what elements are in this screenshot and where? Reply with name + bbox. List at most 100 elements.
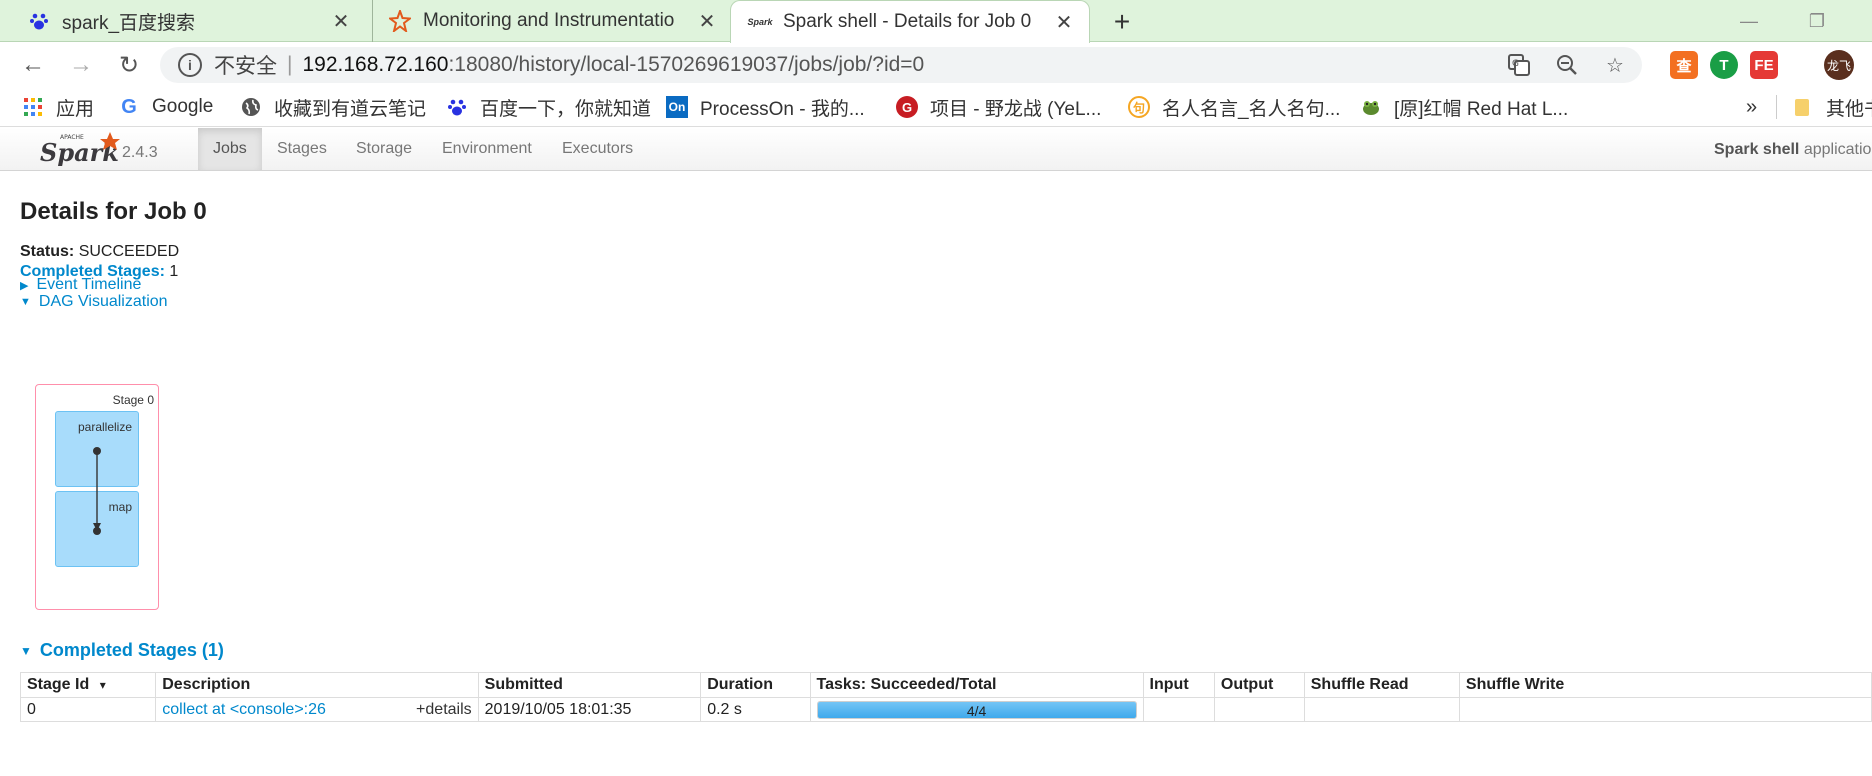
dag-visualization-toggle[interactable]: ▼ DAG Visualization [20,293,168,311]
star-bookmark-icon[interactable]: ☆ [1602,52,1628,78]
dag-edge-end-dot [93,527,101,535]
app-name-bold: Spark shell [1714,141,1800,158]
tab-title: spark_百度搜索 [62,12,196,34]
tasks-progress-text: 4/4 [966,702,987,719]
column-header-duration[interactable]: Duration [700,672,811,698]
url-separator: | [287,53,293,76]
bookmark-quotes[interactable]: 句 名人名言_名人名句... [1128,93,1340,121]
avatar[interactable]: 龙飞 [1824,50,1854,80]
bookmark-google[interactable]: G Google [118,93,213,121]
completed-stages-heading[interactable]: ▼ Completed Stages (1) [20,640,224,661]
bookmark-apps[interactable]: 应用 [22,93,94,121]
browser-tab-monitoring[interactable]: Monitoring and Instrumentatio ✕ [372,0,732,42]
column-header-input[interactable]: Input [1142,672,1215,698]
column-header-description[interactable]: Description [155,672,479,698]
dag-visualization-label: DAG Visualization [38,293,168,310]
status-line: Status: SUCCEEDED [20,242,179,262]
spark-navbar: APACHE Spark 2.4.3 Jobs Stages Storage E… [0,128,1872,171]
close-icon[interactable]: ✕ [696,10,718,33]
url-path: :18080/history/local-1570269619037/jobs/… [448,53,925,76]
bookmark-gitee[interactable]: G 项目 - 野龙战 (YeL... [896,93,1101,121]
bookmarks-bar: 应用 G Google 收藏到有道云笔记 百度一下，你就知道 On Proces… [0,87,1872,127]
bookmark-label: ProcessOn - 我的... [700,98,865,120]
tab-title: Monitoring and Instrumentatio [423,10,675,31]
info-icon[interactable]: i [178,53,202,77]
bookmark-label: [原]红帽 Red Hat L... [1394,98,1569,120]
completed-stages-heading-label: Completed Stages (1) [39,640,224,660]
spark-version: 2.4.3 [122,144,158,161]
bookmark-redhat[interactable]: [原]红帽 Red Hat L... [1360,93,1568,121]
column-header-stage-id[interactable]: Stage Id ▾ [19,672,157,698]
bookmark-label: 项目 - 野龙战 (YeL... [930,98,1102,120]
reload-icon[interactable]: ↻ [112,48,146,82]
table-row: 0 collect at <console>:26 +details 2019/… [19,697,1872,722]
browser-tab-strip: spark_百度搜索 ✕ Monitoring and Instrumentat… [0,0,1872,43]
svg-text:G: G [1512,59,1519,69]
completed-stages-count: 1 [169,263,179,280]
bookmark-youdao[interactable]: 收藏到有道云笔记 [240,93,426,121]
new-tab-icon[interactable]: + [1108,6,1136,37]
forward-arrow-icon[interactable]: → [64,48,98,82]
close-icon[interactable]: ✕ [1053,11,1075,34]
security-label: 不安全 [214,55,277,78]
stage-description-link[interactable]: collect at <console>:26 [162,701,326,718]
globe-icon [240,96,262,118]
column-header-tasks[interactable]: Tasks: Succeeded/Total [809,672,1144,698]
bookmark-label: 百度一下，你就知道 [480,98,652,120]
tab-storage[interactable]: Storage [341,128,427,170]
omnibox-actions: G ☆ [1506,47,1628,83]
column-header-shuffle-write[interactable]: Shuffle Write [1458,672,1872,698]
url-host: 192.168.72.160 [302,53,449,76]
minimize-icon[interactable]: — [1734,8,1764,34]
cell-tasks: 4/4 [809,697,1144,722]
column-header-submitted[interactable]: Submitted [477,672,702,698]
cell-duration: 0.2 s [700,697,811,722]
folder-icon [1792,96,1814,118]
spark-star-icon [389,10,411,32]
browser-tab-baidu[interactable]: spark_百度搜索 ✕ [14,0,366,42]
restore-icon[interactable]: ❐ [1802,8,1832,34]
app-name: Spark shell application UI [1714,141,1872,159]
column-header-label: Stage Id [27,676,90,693]
extension-fe-icon[interactable]: FE [1750,51,1778,79]
bookmark-processon[interactable]: On ProcessOn - 我的... [666,93,865,121]
extension-lookup-icon[interactable]: 查 [1670,51,1698,79]
cell-submitted: 2019/10/05 18:01:35 [477,697,702,722]
apps-grid-icon [22,96,44,118]
translate-icon[interactable]: G [1506,52,1532,78]
column-header-shuffle-read[interactable]: Shuffle Read [1303,672,1460,698]
address-bar[interactable]: i 不安全 | 192.168.72.160 :18080/history/lo… [160,47,1642,83]
bookmarks-divider [1776,95,1777,119]
tab-executors[interactable]: Executors [547,128,648,170]
browser-toolbar: ← → ↻ i 不安全 | 192.168.72.160 :18080/hist… [0,42,1872,87]
spark-logo[interactable]: APACHE Spark [40,130,130,170]
bookmark-baidu[interactable]: 百度一下，你就知道 [446,93,651,121]
cell-description: collect at <console>:26 +details [155,697,479,722]
cell-shuffle-write [1458,697,1872,722]
tab-jobs[interactable]: Jobs [198,128,262,170]
browser-tab-spark-shell[interactable]: Spark Spark shell - Details for Job 0 ✕ [730,0,1090,43]
dag-stage-cluster[interactable]: Stage 0 parallelize map [35,384,159,610]
close-icon[interactable]: ✕ [330,10,352,33]
status-value: SUCCEEDED [78,243,180,260]
cell-output [1213,697,1305,722]
column-header-output[interactable]: Output [1213,672,1305,698]
gitee-icon: G [896,96,918,118]
status-label: Status: [20,243,75,260]
bookmarks-overflow-button[interactable]: » [1746,93,1757,121]
bookmark-label: 应用 [56,98,95,120]
back-arrow-icon[interactable]: ← [16,48,50,82]
bookmark-other-folder[interactable]: 其他书 [1792,93,1872,121]
tab-stages[interactable]: Stages [262,128,342,170]
bookmark-label: 其他书 [1826,98,1872,120]
caret-down-icon: ▼ [20,643,32,658]
bookmark-label: 收藏到有道云笔记 [274,98,427,120]
zoom-out-icon[interactable] [1554,52,1580,78]
tab-environment[interactable]: Environment [427,128,547,170]
event-timeline-toggle[interactable]: ▶ Event Timeline [20,276,141,294]
page-title: Details for Job 0 [20,198,207,225]
extension-shield-icon[interactable]: T [1710,51,1738,79]
details-toggle[interactable]: +details [416,701,472,719]
processon-icon: On [666,96,688,118]
bookmark-label: 名人名言_名人名句... [1162,98,1341,120]
